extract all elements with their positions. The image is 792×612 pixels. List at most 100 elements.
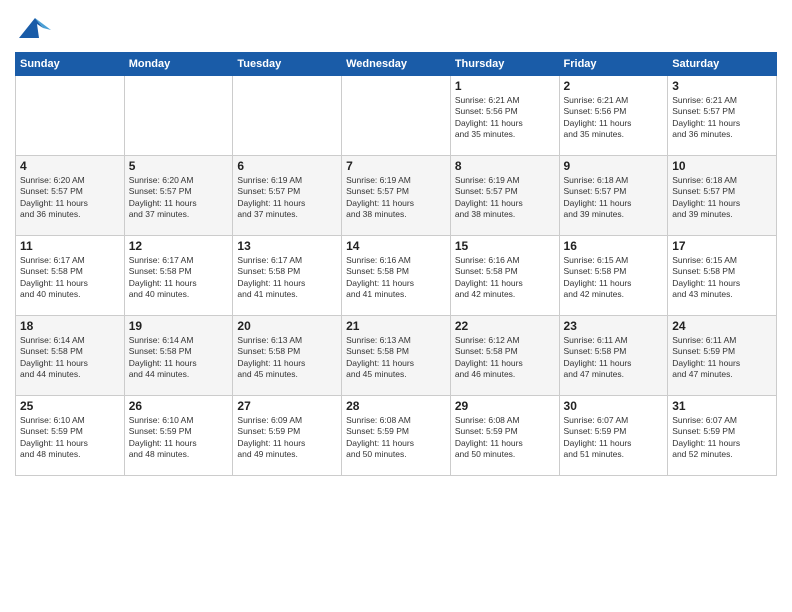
day-number: 27 [237, 399, 337, 413]
calendar-cell: 21 Sunrise: 6:13 AM Sunset: 5:58 PM Dayli… [342, 316, 451, 396]
cell-info: Sunrise: 6:21 AM Sunset: 5:56 PM Dayligh… [564, 95, 664, 141]
calendar-cell: 16 Sunrise: 6:15 AM Sunset: 5:58 PM Dayli… [559, 236, 668, 316]
cell-info: Sunrise: 6:13 AM Sunset: 5:58 PM Dayligh… [346, 335, 446, 381]
cell-info: Sunrise: 6:07 AM Sunset: 5:59 PM Dayligh… [672, 415, 772, 461]
calendar-cell: 25 Sunrise: 6:10 AM Sunset: 5:59 PM Dayli… [16, 396, 125, 476]
cell-info: Sunrise: 6:16 AM Sunset: 5:58 PM Dayligh… [455, 255, 555, 301]
day-header-friday: Friday [559, 53, 668, 76]
cell-info: Sunrise: 6:17 AM Sunset: 5:58 PM Dayligh… [237, 255, 337, 301]
cell-info: Sunrise: 6:19 AM Sunset: 5:57 PM Dayligh… [237, 175, 337, 221]
day-number: 28 [346, 399, 446, 413]
cell-info: Sunrise: 6:18 AM Sunset: 5:57 PM Dayligh… [564, 175, 664, 221]
day-number: 20 [237, 319, 337, 333]
day-number: 3 [672, 79, 772, 93]
cell-info: Sunrise: 6:19 AM Sunset: 5:57 PM Dayligh… [346, 175, 446, 221]
calendar-cell: 9Sunrise: 6:18 AM Sunset: 5:57 PM Daylig… [559, 156, 668, 236]
cell-info: Sunrise: 6:20 AM Sunset: 5:57 PM Dayligh… [20, 175, 120, 221]
week-row-4: 18 Sunrise: 6:14 AM Sunset: 5:58 PM Dayli… [16, 316, 777, 396]
cell-info: Sunrise: 6:20 AM Sunset: 5:57 PM Dayligh… [129, 175, 229, 221]
cell-info: Sunrise: 6:16 AM Sunset: 5:58 PM Dayligh… [346, 255, 446, 301]
calendar-cell: 7Sunrise: 6:19 AM Sunset: 5:57 PM Daylig… [342, 156, 451, 236]
cell-info: Sunrise: 6:10 AM Sunset: 5:59 PM Dayligh… [129, 415, 229, 461]
calendar-container: SundayMondayTuesdayWednesdayThursdayFrid… [0, 0, 792, 484]
day-number: 16 [564, 239, 664, 253]
calendar-cell: 11Sunrise: 6:17 AM Sunset: 5:58 PM Dayli… [16, 236, 125, 316]
cell-info: Sunrise: 6:21 AM Sunset: 5:56 PM Dayligh… [455, 95, 555, 141]
calendar-cell: 24 Sunrise: 6:11 AM Sunset: 5:59 PM Dayli… [668, 316, 777, 396]
day-number: 26 [129, 399, 229, 413]
logo-icon [15, 10, 51, 46]
week-row-1: 1 Sunrise: 6:21 AM Sunset: 5:56 PM Daylig… [16, 76, 777, 156]
calendar-cell: 4 Sunrise: 6:20 AM Sunset: 5:57 PM Daylig… [16, 156, 125, 236]
cell-info: Sunrise: 6:11 AM Sunset: 5:59 PM Dayligh… [672, 335, 772, 381]
calendar-cell: 31 Sunrise: 6:07 AM Sunset: 5:59 PM Dayli… [668, 396, 777, 476]
day-number: 13 [237, 239, 337, 253]
calendar-cell [342, 76, 451, 156]
day-number: 14 [346, 239, 446, 253]
calendar-cell: 26 Sunrise: 6:10 AM Sunset: 5:59 PM Dayli… [124, 396, 233, 476]
week-row-2: 4 Sunrise: 6:20 AM Sunset: 5:57 PM Daylig… [16, 156, 777, 236]
calendar-cell: 14 Sunrise: 6:16 AM Sunset: 5:58 PM Dayli… [342, 236, 451, 316]
cell-info: Sunrise: 6:15 AM Sunset: 5:58 PM Dayligh… [564, 255, 664, 301]
day-header-tuesday: Tuesday [233, 53, 342, 76]
week-row-3: 11Sunrise: 6:17 AM Sunset: 5:58 PM Dayli… [16, 236, 777, 316]
day-number: 18 [20, 319, 120, 333]
calendar-cell: 6 Sunrise: 6:19 AM Sunset: 5:57 PM Daylig… [233, 156, 342, 236]
calendar-cell: 2 Sunrise: 6:21 AM Sunset: 5:56 PM Daylig… [559, 76, 668, 156]
day-number: 19 [129, 319, 229, 333]
cell-info: Sunrise: 6:08 AM Sunset: 5:59 PM Dayligh… [346, 415, 446, 461]
calendar-cell: 30 Sunrise: 6:07 AM Sunset: 5:59 PM Dayli… [559, 396, 668, 476]
day-number: 8 [455, 159, 555, 173]
calendar-cell: 28 Sunrise: 6:08 AM Sunset: 5:59 PM Dayli… [342, 396, 451, 476]
day-number: 24 [672, 319, 772, 333]
calendar-body: 1 Sunrise: 6:21 AM Sunset: 5:56 PM Daylig… [16, 76, 777, 476]
day-number: 1 [455, 79, 555, 93]
header [15, 10, 777, 46]
day-number: 5 [129, 159, 229, 173]
logo [15, 10, 53, 46]
calendar-cell [233, 76, 342, 156]
calendar-cell: 15 Sunrise: 6:16 AM Sunset: 5:58 PM Dayli… [450, 236, 559, 316]
calendar-cell: 18Sunrise: 6:14 AM Sunset: 5:58 PM Dayli… [16, 316, 125, 396]
cell-info: Sunrise: 6:12 AM Sunset: 5:58 PM Dayligh… [455, 335, 555, 381]
cell-info: Sunrise: 6:15 AM Sunset: 5:58 PM Dayligh… [672, 255, 772, 301]
calendar-cell: 27Sunrise: 6:09 AM Sunset: 5:59 PM Dayli… [233, 396, 342, 476]
calendar-cell: 13 Sunrise: 6:17 AM Sunset: 5:58 PM Dayli… [233, 236, 342, 316]
calendar-cell: 1 Sunrise: 6:21 AM Sunset: 5:56 PM Daylig… [450, 76, 559, 156]
calendar-cell: 23Sunrise: 6:11 AM Sunset: 5:58 PM Dayli… [559, 316, 668, 396]
day-header-wednesday: Wednesday [342, 53, 451, 76]
calendar-cell: 22Sunrise: 6:12 AM Sunset: 5:58 PM Dayli… [450, 316, 559, 396]
cell-info: Sunrise: 6:18 AM Sunset: 5:57 PM Dayligh… [672, 175, 772, 221]
day-number: 31 [672, 399, 772, 413]
day-number: 4 [20, 159, 120, 173]
header-row: SundayMondayTuesdayWednesdayThursdayFrid… [16, 53, 777, 76]
cell-info: Sunrise: 6:08 AM Sunset: 5:59 PM Dayligh… [455, 415, 555, 461]
calendar-cell: 17Sunrise: 6:15 AM Sunset: 5:58 PM Dayli… [668, 236, 777, 316]
day-number: 6 [237, 159, 337, 173]
calendar-cell: 10 Sunrise: 6:18 AM Sunset: 5:57 PM Dayli… [668, 156, 777, 236]
cell-info: Sunrise: 6:07 AM Sunset: 5:59 PM Dayligh… [564, 415, 664, 461]
day-number: 21 [346, 319, 446, 333]
cell-info: Sunrise: 6:13 AM Sunset: 5:58 PM Dayligh… [237, 335, 337, 381]
day-number: 30 [564, 399, 664, 413]
calendar-header: SundayMondayTuesdayWednesdayThursdayFrid… [16, 53, 777, 76]
week-row-5: 25 Sunrise: 6:10 AM Sunset: 5:59 PM Dayli… [16, 396, 777, 476]
calendar-cell: 5 Sunrise: 6:20 AM Sunset: 5:57 PM Daylig… [124, 156, 233, 236]
day-number: 23 [564, 319, 664, 333]
day-number: 25 [20, 399, 120, 413]
day-number: 2 [564, 79, 664, 93]
day-header-monday: Monday [124, 53, 233, 76]
cell-info: Sunrise: 6:19 AM Sunset: 5:57 PM Dayligh… [455, 175, 555, 221]
cell-info: Sunrise: 6:14 AM Sunset: 5:58 PM Dayligh… [129, 335, 229, 381]
cell-info: Sunrise: 6:10 AM Sunset: 5:59 PM Dayligh… [20, 415, 120, 461]
day-number: 15 [455, 239, 555, 253]
calendar-cell: 8 Sunrise: 6:19 AM Sunset: 5:57 PM Daylig… [450, 156, 559, 236]
calendar-cell: 3Sunrise: 6:21 AM Sunset: 5:57 PM Daylig… [668, 76, 777, 156]
day-number: 10 [672, 159, 772, 173]
day-number: 29 [455, 399, 555, 413]
day-header-thursday: Thursday [450, 53, 559, 76]
cell-info: Sunrise: 6:17 AM Sunset: 5:58 PM Dayligh… [20, 255, 120, 301]
day-number: 12 [129, 239, 229, 253]
calendar-table: SundayMondayTuesdayWednesdayThursdayFrid… [15, 52, 777, 476]
calendar-cell: 29 Sunrise: 6:08 AM Sunset: 5:59 PM Dayli… [450, 396, 559, 476]
